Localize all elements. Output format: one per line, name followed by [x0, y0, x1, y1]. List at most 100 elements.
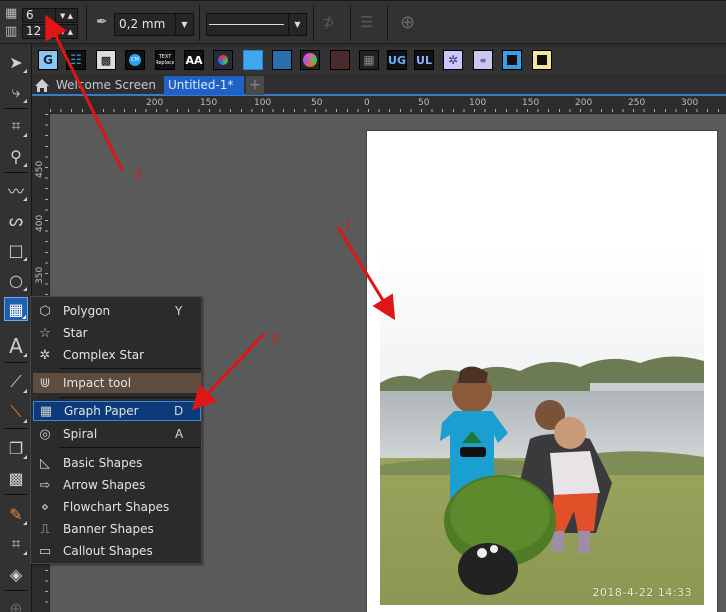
menu-item-callout-shapes[interactable]: ▭ Callout Shapes [33, 541, 201, 561]
ruler-ticks [50, 109, 726, 112]
spinner-arrows[interactable]: ▼ ▲ [55, 9, 77, 22]
callout-shapes-icon: ▭ [38, 543, 52, 559]
ruler-label: 450 [35, 160, 45, 178]
plugin-aa-icon[interactable]: AA [184, 50, 204, 70]
menu-item-complex-star[interactable]: ✲ Complex Star [33, 345, 201, 365]
plugin-banner-icon[interactable] [272, 50, 292, 70]
plugin-color-wheel-icon[interactable] [213, 50, 233, 70]
plugin-tile-icon[interactable] [243, 50, 263, 70]
drop-shadow-tool-icon[interactable]: ❐ [4, 436, 28, 460]
ruler-label: 150 [522, 98, 540, 108]
ruler-label: 100 [469, 98, 487, 108]
menu-item-label: Graph Paper [64, 404, 139, 418]
annotation-label-2: 2 [271, 331, 279, 345]
grid-rows-spinner[interactable]: 12 ▼ ▲ [22, 24, 78, 39]
separator [5, 172, 27, 173]
zoom-tool-icon[interactable]: ⚲ [4, 144, 28, 168]
tab-untitled-1[interactable]: Untitled-1* [164, 76, 244, 95]
menu-item-shortcut: D [174, 404, 184, 418]
ruler-label: 150 [200, 98, 218, 108]
outline-width-value[interactable]: 0,2 mm [115, 14, 175, 35]
add-circle-icon[interactable]: ⊕ [400, 12, 415, 33]
property-bar: ▦ 6 ▼ ▲ ▥ 12 ▼ ▲ ✒ 0,2 mm ▼ ▼ ⊅ ☰ ⊕ [0, 0, 726, 44]
flowchart-shapes-icon: ⋄ [40, 499, 50, 515]
ellipse-tool-icon[interactable]: ○ [4, 268, 28, 292]
plugin-gdg-icon[interactable]: G [38, 50, 58, 70]
ruler-label: 250 [628, 98, 646, 108]
home-icon[interactable] [34, 78, 50, 93]
connector-tool-icon[interactable]: ⟍ [4, 400, 28, 424]
basic-shapes-icon: ◺ [40, 455, 50, 471]
ruler-label: 200 [575, 98, 593, 108]
graph-paper-tool-icon[interactable]: ▦ [4, 297, 28, 321]
transparency-tool-icon[interactable]: ▩ [4, 466, 28, 490]
grid-columns-icon: ▦ [5, 6, 18, 21]
ruler-label: 50 [311, 98, 323, 108]
menu-item-graph-paper[interactable]: ▦ Graph Paper D [33, 401, 201, 421]
banner-shapes-icon: ⎍ [40, 521, 50, 537]
menu-item-star[interactable]: ☆ Star [33, 323, 201, 343]
tab-welcome-screen[interactable]: Welcome Screen [52, 76, 164, 95]
shape-tool-icon[interactable]: ⤷ [4, 80, 28, 104]
document-page[interactable]: 2018-4-22 14:33 [366, 130, 718, 612]
menu-item-arrow-shapes[interactable]: ⇨ Arrow Shapes [33, 475, 201, 495]
freehand-tool-icon[interactable]: 〰 [4, 178, 28, 202]
plugin-palette-icon[interactable] [300, 50, 320, 70]
plugin-frame-blue-icon[interactable] [502, 50, 522, 70]
line-style-preview[interactable] [207, 14, 288, 35]
spinner-arrows[interactable]: ▼ ▲ [55, 25, 77, 38]
plugin-list-icon[interactable]: ≡ [473, 50, 493, 70]
menu-item-banner-shapes[interactable]: ⎍ Banner Shapes [33, 519, 201, 539]
line-style-select[interactable]: ▼ [206, 13, 307, 36]
spiral-icon: ◎ [39, 426, 51, 442]
eyedropper-tool-icon[interactable]: ✎ [4, 502, 28, 526]
horizontal-ruler[interactable]: 200 150 100 50 0 50 100 150 200 250 300 [50, 96, 726, 114]
grid-columns-value[interactable]: 6 [23, 9, 55, 22]
grid-rows-value[interactable]: 12 [23, 25, 55, 38]
ruler-label: 200 [146, 98, 164, 108]
add-tool-icon[interactable]: ⊕ [4, 596, 28, 612]
plugin-photo-icon[interactable] [330, 50, 350, 70]
add-tab-button[interactable]: + [246, 76, 264, 95]
separator [86, 5, 87, 41]
text-align-icon[interactable]: ☰ [360, 13, 373, 31]
text-tool-icon[interactable]: A [4, 334, 28, 358]
pick-tool-icon[interactable]: ➤ [4, 50, 28, 74]
separator [313, 5, 314, 41]
parallel-dimension-tool-icon[interactable]: ⟋ [4, 370, 28, 394]
menu-item-polygon[interactable]: ⬡ Polygon Y [33, 301, 201, 321]
mesh-fill-tool-icon[interactable]: ⌗ [4, 532, 28, 556]
grid-rows-icon: ▥ [5, 24, 18, 39]
ruler-label: 100 [254, 98, 272, 108]
separator [5, 428, 27, 429]
wrap-text-icon[interactable]: ⊅ [322, 13, 335, 31]
plugin-stamp-icon[interactable]: ✲ [443, 50, 463, 70]
plugin-grid-icon[interactable]: ☷ [66, 50, 86, 70]
plugin-table-icon[interactable]: ▦ [359, 50, 379, 70]
grid-columns-spinner[interactable]: 6 ▼ ▲ [22, 8, 78, 23]
plugin-qr-icon[interactable]: ▩ [96, 50, 116, 70]
ruler-label: 400 [35, 214, 45, 232]
star-icon: ☆ [39, 325, 51, 341]
menu-item-basic-shapes[interactable]: ◺ Basic Shapes [33, 453, 201, 473]
menu-item-spiral[interactable]: ◎ Spiral A [33, 424, 201, 444]
menu-item-shortcut: Y [175, 304, 183, 318]
interactive-fill-tool-icon[interactable]: ◈ [4, 562, 28, 586]
crop-tool-icon[interactable]: ⌗ [4, 114, 28, 138]
menu-item-impact-tool[interactable]: ⋓ Impact tool [33, 373, 201, 393]
plugin-cm-icon[interactable]: CM [125, 50, 145, 70]
photo-image[interactable]: 2018-4-22 14:33 [380, 243, 704, 605]
plugin-frame-yellow-icon[interactable] [532, 50, 552, 70]
rectangle-tool-icon[interactable]: □ [4, 238, 28, 262]
separator [5, 590, 27, 591]
plugin-ug-icon[interactable]: UG [387, 50, 407, 70]
pen-nib-icon: ✒ [96, 14, 108, 30]
artistic-media-tool-icon[interactable]: ᔕ [4, 208, 28, 232]
plugin-text-replace-icon[interactable]: TEXT Replace [155, 50, 175, 70]
chevron-down-icon[interactable]: ▼ [288, 14, 306, 35]
graph-paper-icon: ▦ [39, 403, 53, 419]
menu-item-flowchart-shapes[interactable]: ⋄ Flowchart Shapes [33, 497, 201, 517]
plugin-ul-icon[interactable]: UL [414, 50, 434, 70]
chevron-down-icon[interactable]: ▼ [175, 14, 193, 35]
outline-width-select[interactable]: 0,2 mm ▼ [114, 13, 194, 36]
